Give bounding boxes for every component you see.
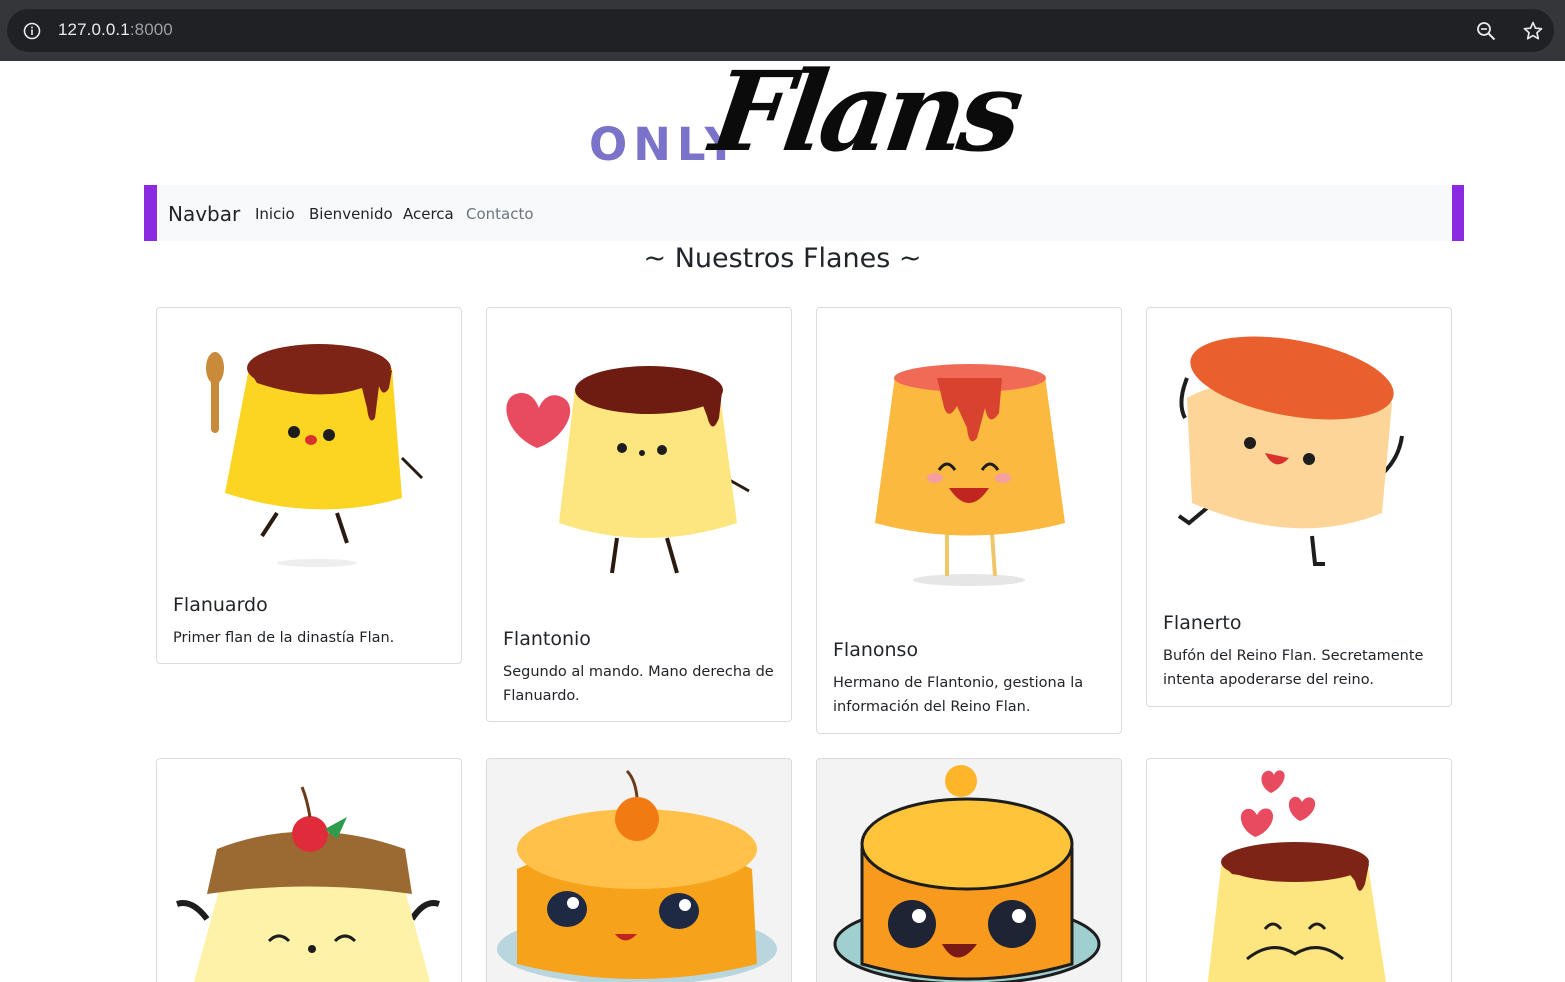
zoom-icon[interactable] [1476,21,1496,41]
navbar-brand[interactable]: Navbar [168,202,240,226]
flan-hearts-image [1207,770,1386,982]
card-body: Flanonso Hermano de Flantonio, gestiona … [833,639,1113,719]
flan-card[interactable] [816,758,1122,982]
nav-link-inicio[interactable]: Inicio [255,205,295,223]
flan-card[interactable]: Flantonio Segundo al mando. Mano derecha… [486,307,792,722]
navbar: Navbar Inicio Bienvenido Acerca Contacto [144,185,1464,241]
flanuardo-image [206,344,424,567]
card-text: Primer flan de la dinastía Flan. [173,630,395,646]
card-body: Flanuardo Primer flan de la dinastía Fla… [173,594,453,650]
url-port: :8000 [129,20,173,39]
flan-card[interactable] [156,758,462,982]
url-text[interactable]: 127.0.0.1:8000 [58,20,173,40]
card-title: Flanuardo [173,594,268,616]
logo-flans-text: Flans [703,61,1026,176]
flan-orange-image [497,769,777,982]
nav-link-contacto[interactable]: Contacto [466,205,534,223]
card-title: Flantonio [503,628,591,650]
card-title: Flanerto [1163,612,1242,634]
card-body: Flantonio Segundo al mando. Mano derecha… [503,628,783,708]
flan-cherry-image [176,786,441,982]
nav-link-acerca[interactable]: Acerca [403,205,454,223]
site-info-icon[interactable] [23,22,41,40]
flan-card[interactable] [486,758,792,982]
flan-card[interactable]: Flanuardo Primer flan de la dinastía Fla… [156,307,462,664]
flan-honey-image [833,765,1101,982]
section-title: ~ Nuestros Flanes ~ [643,243,922,274]
url-host: 127.0.0.1 [58,20,130,39]
flan-card[interactable] [1146,758,1452,982]
flanerto-image [1177,336,1404,566]
site-logo: ONLY Flans [585,61,1025,179]
nav-link-bienvenido[interactable]: Bienvenido [309,205,393,223]
flan-card[interactable]: Flanerto Bufón del Reino Flan. Secretame… [1146,307,1452,707]
card-text: Segundo al mando. Mano derecha de Flanua… [503,664,774,704]
address-bar[interactable]: 127.0.0.1:8000 [7,9,1554,52]
flan-card[interactable]: Flanonso Hermano de Flantonio, gestiona … [816,307,1122,734]
bookmark-star-icon[interactable] [1522,20,1544,42]
card-text: Bufón del Reino Flan. Secretamente inten… [1163,648,1424,688]
flanonso-image [875,364,1065,586]
card-body: Flanerto Bufón del Reino Flan. Secretame… [1163,612,1443,692]
flantonio-image [506,366,750,574]
card-title: Flanonso [833,639,919,661]
card-text: Hermano de Flantonio, gestiona la inform… [833,675,1084,715]
browser-toolbar: 127.0.0.1:8000 [0,0,1565,61]
page-content: ONLY Flans Navbar Inicio Bienvenido Acer… [0,61,1565,982]
